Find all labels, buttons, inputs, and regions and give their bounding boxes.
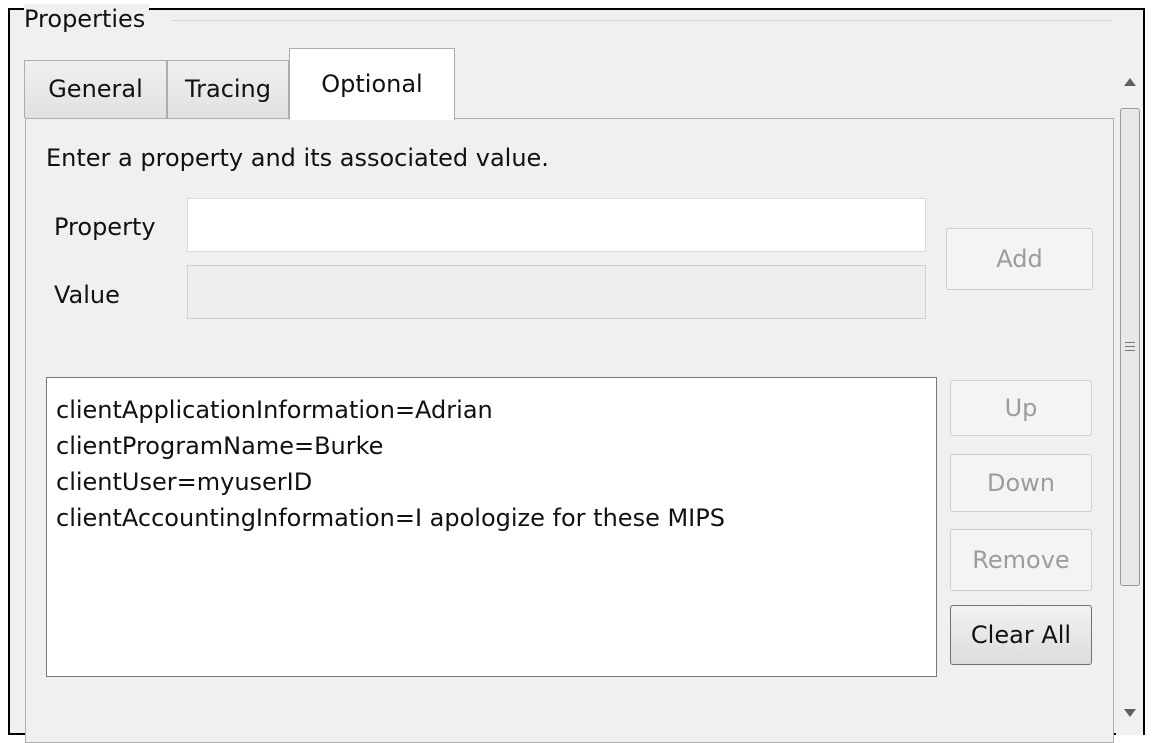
- triangle-up-icon: [1123, 78, 1136, 86]
- property-list[interactable]: clientApplicationInformation=Adrian clie…: [46, 377, 937, 677]
- scroll-down-button[interactable]: [1116, 691, 1143, 735]
- clear-all-button[interactable]: Clear All: [950, 605, 1092, 665]
- property-input[interactable]: [187, 198, 926, 252]
- remove-button[interactable]: Remove: [950, 529, 1092, 591]
- group-border: [172, 20, 1112, 21]
- up-button[interactable]: Up: [950, 380, 1092, 436]
- instruction-text: Enter a property and its associated valu…: [46, 144, 549, 172]
- tab-general[interactable]: General: [24, 60, 167, 118]
- vertical-scrollbar[interactable]: [1116, 60, 1143, 735]
- list-item[interactable]: clientProgramName=Burke: [56, 428, 936, 464]
- down-button[interactable]: Down: [950, 454, 1092, 512]
- property-label: Property: [54, 213, 156, 241]
- scroll-up-button[interactable]: [1116, 60, 1143, 104]
- list-item[interactable]: clientUser=myuserID: [56, 464, 936, 500]
- tab-tracing[interactable]: Tracing: [167, 60, 289, 118]
- value-input[interactable]: [187, 265, 926, 319]
- properties-group-title: Properties: [24, 4, 150, 34]
- list-item[interactable]: clientAccountingInformation=I apologize …: [56, 500, 936, 536]
- scroll-thumb[interactable]: [1120, 108, 1140, 586]
- grip-lines-icon: [1125, 342, 1135, 352]
- value-label: Value: [54, 281, 120, 309]
- list-item[interactable]: clientApplicationInformation=Adrian: [56, 392, 936, 428]
- add-button[interactable]: Add: [946, 228, 1093, 290]
- tab-optional[interactable]: Optional: [289, 48, 455, 120]
- triangle-down-icon: [1123, 709, 1136, 717]
